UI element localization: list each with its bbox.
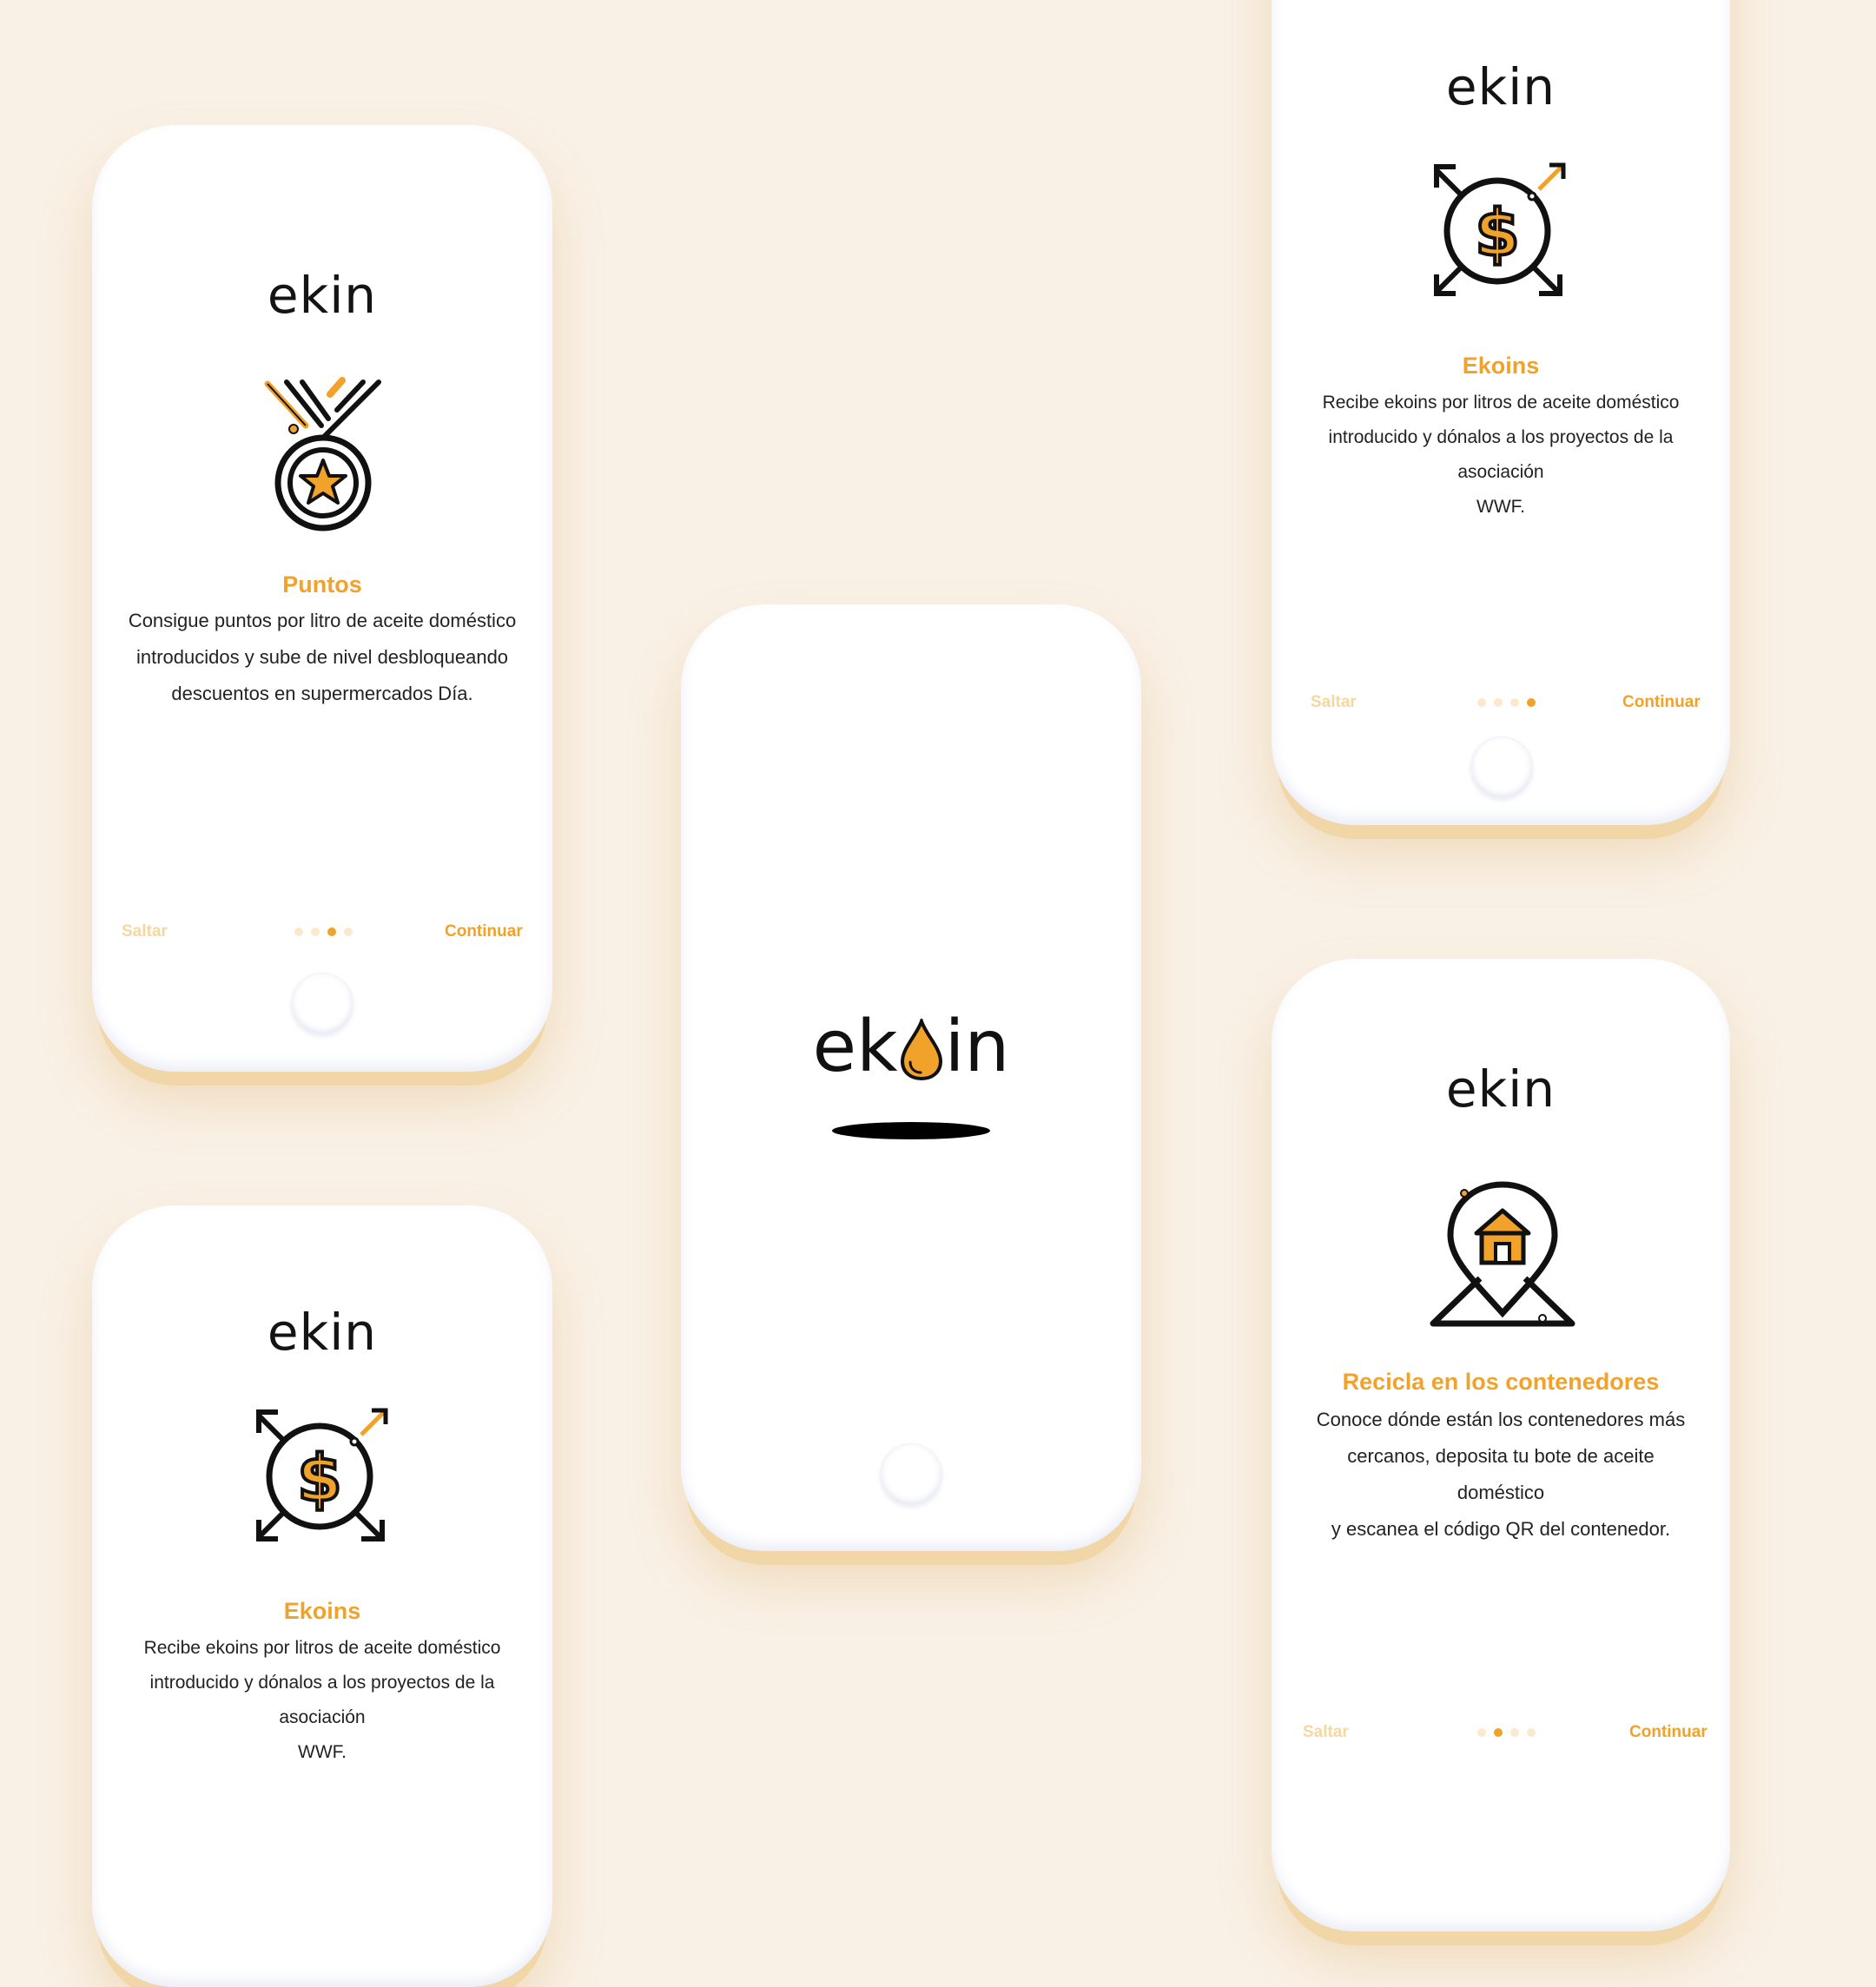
location-pin-house-icon [1428,1172,1577,1329]
ekoin-splash-logo: ek in [681,1006,1141,1088]
description-line: asociación [1457,462,1544,482]
onboarding-nav: Saltar Continuar [1272,1723,1730,1758]
page-dot[interactable] [1510,1728,1519,1737]
screen-description: Recibe ekoins por litros de aceite domés… [1306,386,1695,525]
description-line: Consigue puntos por litro de aceite domé… [128,610,517,631]
ekin-logo: ekin [267,266,378,325]
description-line: introducidos y sube de nivel desbloquean… [135,646,509,668]
page-dot[interactable] [294,927,303,936]
screen-title: Recicla en los contenedores [1342,1369,1660,1395]
phone-screen-ekoins: ekin $ Ekoins Recibe ekoins por litros d… [92,1205,552,1987]
logo-shadow [832,1122,990,1139]
splash-logo-text-end: in [944,1006,1010,1088]
continue-button[interactable]: Continuar [445,922,523,941]
oil-drop-icon [900,1019,943,1081]
phone-screen-splash: ek in [681,604,1141,1551]
description-line: asociación [279,1707,366,1727]
skip-button[interactable]: Saltar [1311,693,1357,712]
screen-title: Puntos [282,571,362,597]
page-indicator [294,927,353,936]
home-button[interactable] [1470,736,1533,799]
dollar-coin-arrows-icon: $ [1430,158,1572,300]
description-line: introducido y dónalos a los proyectos de… [1328,427,1674,447]
page-dot[interactable] [1527,1728,1536,1737]
skip-button[interactable]: Saltar [122,922,168,941]
ekin-logo: ekin [1445,1060,1556,1119]
page-dot-active[interactable] [1494,1728,1503,1737]
phone-screen-recicla: ekin Recicla en los contenedores Conoce … [1272,959,1730,1931]
medal-star-icon [245,375,401,531]
page-dot[interactable] [1510,698,1519,707]
page-dot-active[interactable] [327,927,336,936]
description-line: descuentos en supermercados Día. [171,683,473,704]
onboarding-nav: Saltar Continuar [92,922,552,957]
continue-button[interactable]: Continuar [1622,693,1701,712]
svg-text:$: $ [1475,196,1520,271]
home-button[interactable] [880,1443,942,1506]
page-dot[interactable] [1494,698,1503,707]
screen-description: Recibe ekoins por litros de aceite domés… [127,1631,518,1770]
ekin-logo: ekin [1445,57,1556,116]
screen-title: Ekoins [1462,353,1540,379]
splash-logo-text-start: ek [812,1006,898,1088]
screen-description: Consigue puntos por litro de aceite domé… [127,603,518,712]
skip-button[interactable]: Saltar [1303,1723,1349,1742]
page-indicator [1477,698,1536,707]
ekin-logo: ekin [267,1303,378,1362]
description-line: y escanea el código QR del contenedor. [1331,1518,1671,1540]
page-dot[interactable] [344,927,353,936]
onboarding-nav: Saltar Continuar [1272,693,1730,728]
continue-button[interactable]: Continuar [1629,1723,1708,1742]
screen-description: Conoce dónde están los contenedores más … [1306,1402,1695,1548]
page-dot[interactable] [311,927,320,936]
description-line: cercanos, deposita tu bote de aceite dom… [1347,1445,1655,1503]
description-line: Conoce dónde están los contenedores más [1316,1409,1686,1430]
description-line: introducido y dónalos a los proyectos de… [149,1673,495,1693]
svg-text:$: $ [297,1442,342,1516]
phone-screen-ekoins-top: ekin $ Ekoins Recibe ekoins por litros d… [1272,0,1730,825]
description-line: Recibe ekoins por litros de aceite domés… [1322,393,1680,413]
page-dot[interactable] [1477,1728,1486,1737]
page-indicator [1477,1728,1536,1737]
phone-screen-puntos: ekin Puntos Consigue puntos por litro de… [92,125,552,1072]
description-line: Recibe ekoins por litros de aceite domés… [143,1638,501,1658]
home-button[interactable] [291,973,353,1035]
description-line: WWF. [1476,497,1525,517]
description-line: WWF. [298,1742,347,1762]
page-dot[interactable] [1477,698,1486,707]
dollar-coin-arrows-icon: $ [252,1403,394,1546]
page-dot-active[interactable] [1527,698,1536,707]
screen-title: Ekoins [283,1598,361,1624]
